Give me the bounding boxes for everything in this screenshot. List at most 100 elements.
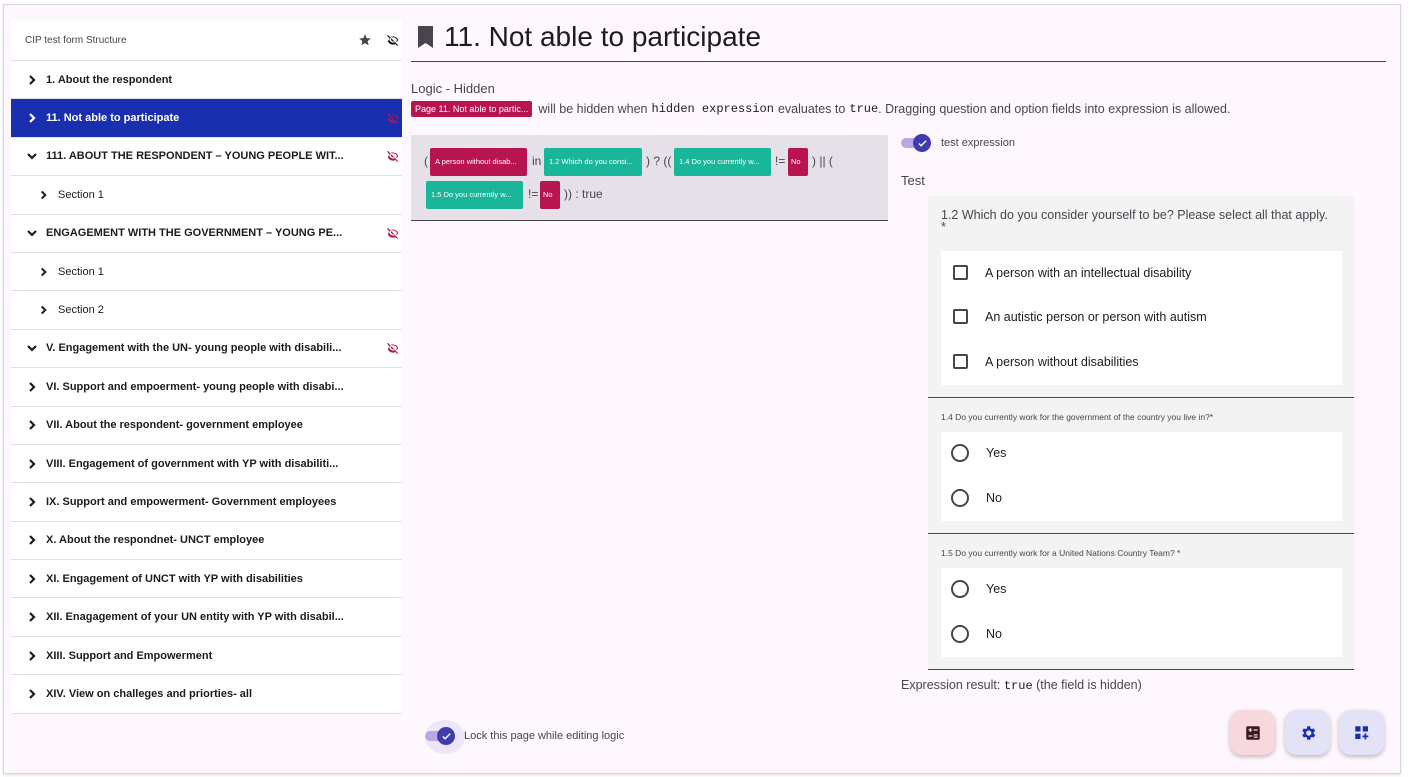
gear-icon (1301, 725, 1315, 740)
sidebar-item[interactable]: X. About the respondnet- UNCT employee (11, 522, 402, 561)
question-title: 1.2 Which do you consider yourself to be… (941, 208, 1328, 222)
sidebar-item-label: VIII. Engagement of government with YP w… (46, 457, 339, 470)
expression-editor[interactable]: ( A person without disab... in 1.2 Which… (411, 135, 888, 221)
chevron-right-icon[interactable] (27, 113, 37, 123)
checkbox[interactable] (953, 309, 968, 324)
eye-off-icon (387, 151, 399, 163)
radio-option[interactable]: Yes (941, 580, 1006, 598)
sidebar-item[interactable]: Section 1 (11, 253, 402, 292)
chevron-down-icon[interactable] (27, 228, 37, 238)
title-divider (411, 61, 1386, 62)
eye-off-icon[interactable] (386, 33, 400, 47)
add-widget-button[interactable] (1339, 710, 1384, 755)
expr-chip-q15[interactable]: 1.5 Do you currently w... (426, 181, 523, 209)
sidebar-item[interactable]: Section 2 (11, 291, 402, 330)
radio-button[interactable] (951, 580, 969, 598)
sidebar-item[interactable]: XIII. Support and Empowerment (11, 637, 402, 676)
logic-description: Page 11. Not able to partic... will be h… (411, 101, 1230, 117)
logic-desc-code-2: true (849, 102, 879, 116)
result-label: Expression result: (901, 678, 1001, 692)
sidebar-item[interactable]: XI. Engagement of UNCT with YP with disa… (11, 560, 402, 599)
sidebar-item-label: Section 1 (58, 265, 104, 278)
chevron-right-icon[interactable] (27, 382, 37, 392)
sidebar-item[interactable]: VI. Support and empoerment- young people… (11, 368, 402, 407)
sidebar-item[interactable]: ENGAGEMENT WITH THE GOVERNMENT – YOUNG P… (11, 215, 402, 253)
checkbox-option[interactable]: A person with an intellectual disability (941, 265, 1191, 280)
chevron-right-icon[interactable] (39, 190, 48, 200)
chevron-right-icon[interactable] (27, 458, 37, 469)
question-title: 1.4 Do you currently work for the govern… (941, 412, 1214, 422)
chevron-right-icon[interactable] (27, 497, 37, 507)
sidebar-item-label: V. Engagement with the UN- young people … (46, 342, 342, 355)
chevron-right-icon[interactable] (27, 573, 37, 584)
expr-chip-q14[interactable]: 1.4 Do you currently w... (674, 148, 771, 176)
page-chip[interactable]: Page 11. Not able to partic... (411, 101, 533, 117)
chevron-right-icon[interactable] (39, 305, 48, 315)
page-header: 11. Not able to participate (417, 20, 761, 54)
chevron-down-icon[interactable] (27, 343, 37, 353)
required-marker: * (941, 220, 946, 234)
sidebar-item[interactable]: IX. Support and empowerment- Government … (11, 483, 402, 522)
checkbox[interactable] (953, 265, 968, 280)
expr-neq-1: != (775, 154, 786, 168)
radio-option[interactable]: Yes (941, 444, 1006, 462)
option-label: A person with an intellectual disability (985, 265, 1192, 280)
expr-chip-option[interactable]: A person without disab... (430, 148, 527, 176)
radio-button[interactable] (951, 625, 969, 643)
eye-off-icon (387, 343, 399, 355)
sidebar-item[interactable]: V. Engagement with the UN- young people … (11, 330, 402, 369)
calculator-button[interactable] (1230, 710, 1275, 755)
chevron-down-icon[interactable] (27, 151, 37, 161)
sidebar-item[interactable]: Section 1 (11, 176, 402, 215)
sidebar-item-label: X. About the respondnet- UNCT employee (46, 534, 265, 547)
expr-chip-q12[interactable]: 1.2 Which do you consi... (544, 148, 642, 176)
star-icon[interactable] (358, 33, 372, 47)
lock-page-label: Lock this page while editing logic (464, 730, 625, 742)
chevron-right-icon[interactable] (27, 689, 37, 699)
expr-neq-2: != (528, 187, 539, 201)
calculator-icon (1245, 725, 1260, 740)
bookmark-icon (418, 26, 433, 48)
question-card-3: 1.5 Do you currently work for a United N… (928, 535, 1354, 670)
chevron-right-icon[interactable] (27, 612, 37, 622)
lock-page-toggle[interactable] (425, 727, 455, 745)
settings-button[interactable] (1285, 710, 1330, 755)
sidebar-item[interactable]: VIII. Engagement of government with YP w… (11, 445, 402, 484)
test-label: Test (901, 173, 925, 188)
radio-option[interactable]: No (941, 489, 1002, 507)
question-options: Yes No (941, 568, 1342, 657)
checkbox-option[interactable]: An autistic person or person with autism (941, 309, 1207, 324)
expr-open-paren: ( (424, 154, 428, 168)
sidebar-item[interactable]: 1. About the respondent (11, 61, 402, 100)
add-widget-icon (1354, 725, 1368, 739)
question-options: Yes No (941, 432, 1342, 521)
logic-desc-text-2: evaluates to (777, 102, 846, 116)
radio-button[interactable] (951, 489, 969, 507)
sidebar-item[interactable]: XIV. View on challeges and priorties- al… (11, 675, 402, 714)
checkbox-option[interactable]: A person without disabilities (941, 354, 1139, 369)
toggle-knob (437, 727, 455, 745)
checkbox[interactable] (953, 354, 968, 369)
chevron-right-icon[interactable] (39, 267, 48, 276)
sidebar-item[interactable]: XII. Enagagement of your UN entity with … (11, 598, 402, 637)
expr-end: )) : true (564, 187, 603, 201)
expr-chip-no-2[interactable]: No (540, 181, 560, 209)
expr-mid-1: ) ? (( (646, 154, 672, 168)
sidebar-item-label: Section 1 (58, 188, 104, 201)
chevron-right-icon[interactable] (27, 535, 37, 546)
sidebar-item[interactable]: VII. About the respondent- government em… (11, 407, 402, 445)
radio-button[interactable] (951, 444, 969, 462)
sidebar-item[interactable]: 11. Not able to participate (11, 99, 402, 138)
logic-desc-text-3: . Dragging question and option fields in… (878, 102, 1231, 116)
expr-in: in (532, 154, 542, 168)
expr-chip-no-1[interactable]: No (788, 148, 808, 176)
sidebar-header: CIP test form Structure (11, 20, 402, 61)
radio-option[interactable]: No (941, 625, 1002, 643)
structure-sidebar: CIP test form Structure 1. About the res… (11, 20, 402, 714)
sidebar-item[interactable]: 111. ABOUT THE RESPONDENT – YOUNG PEOPLE… (11, 138, 402, 177)
chevron-right-icon[interactable] (27, 650, 37, 661)
chevron-right-icon[interactable] (27, 74, 37, 85)
sidebar-item-label: XIV. View on challeges and priorties- al… (46, 687, 253, 700)
test-expression-toggle[interactable] (901, 134, 931, 152)
chevron-right-icon[interactable] (27, 420, 37, 430)
